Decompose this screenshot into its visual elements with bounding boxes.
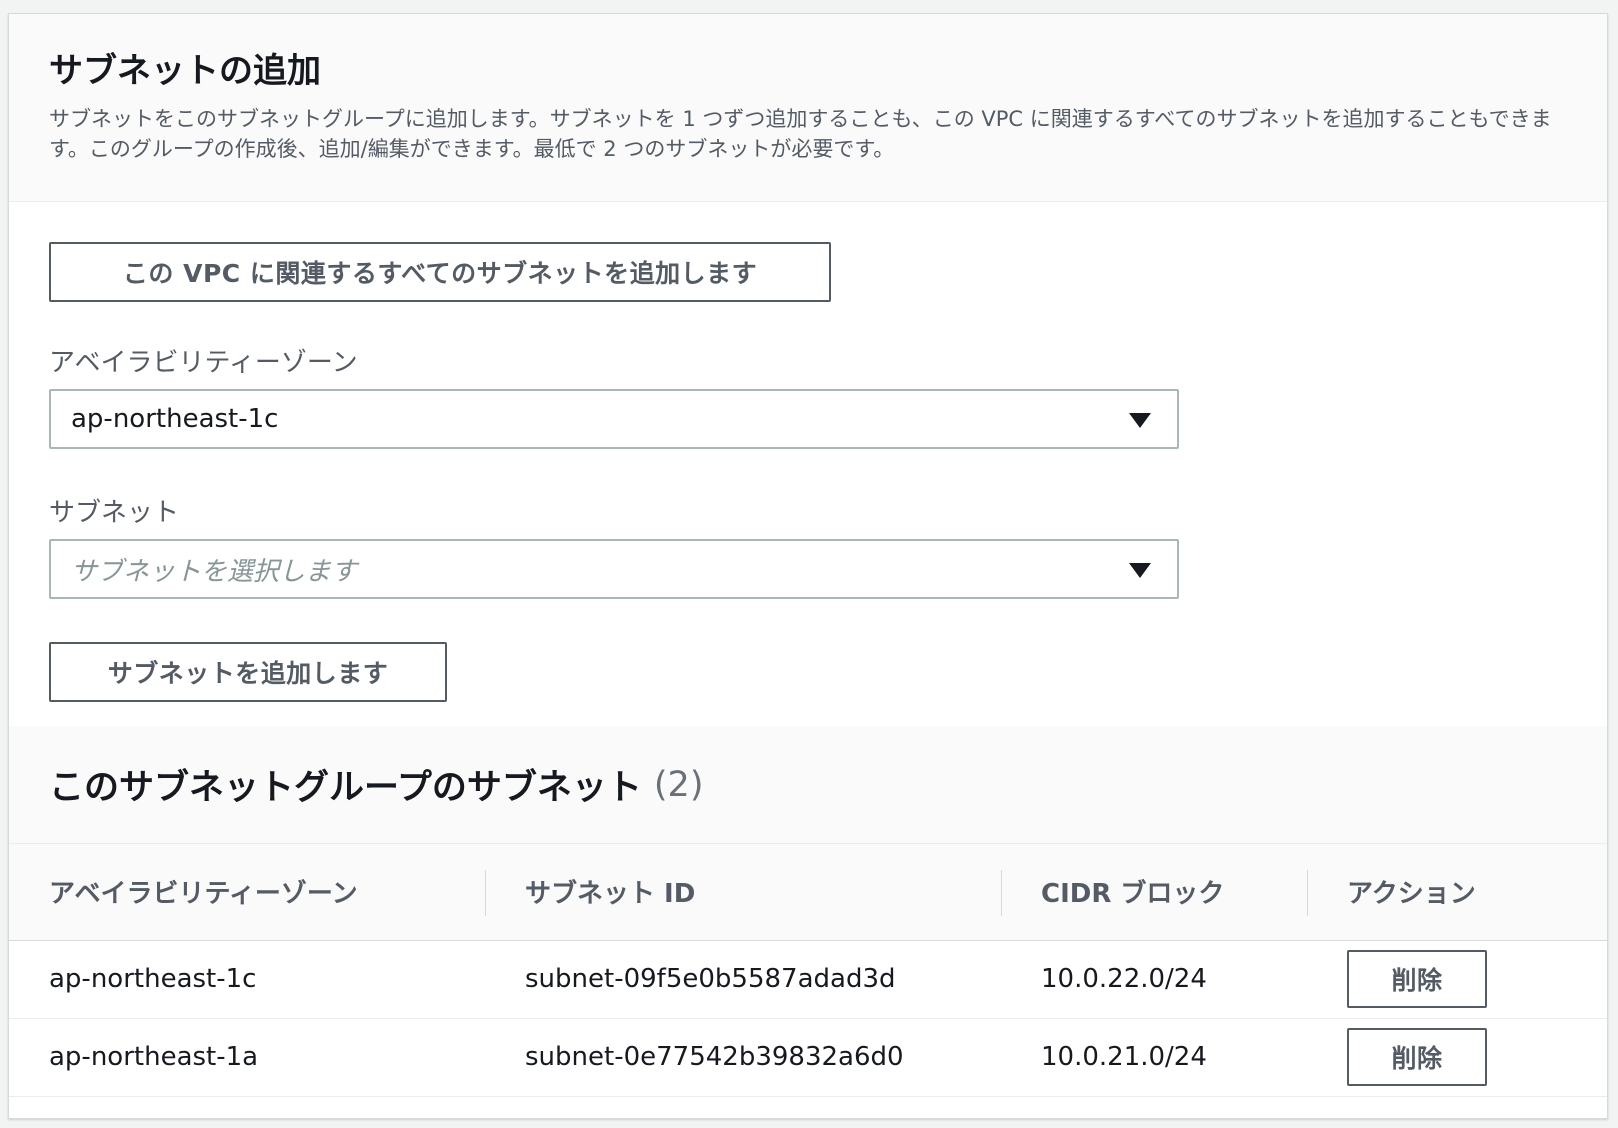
row-cidr: 10.0.22.0/24 [1041, 964, 1207, 994]
add-subnets-header: サブネットの追加 サブネットをこのサブネットグループに追加します。サブネットを … [9, 14, 1607, 202]
column-header-action: アクション [1307, 844, 1607, 940]
row-cidr: 10.0.21.0/24 [1041, 1042, 1207, 1072]
subnets-table: アベイラビリティーゾーン サブネット ID CIDR ブロック アクション ap… [9, 844, 1607, 1097]
table-row: ap-northeast-1c subnet-09f5e0b5587adad3d… [9, 940, 1607, 1018]
subnet-select-placeholder: サブネットを選択します [71, 556, 358, 587]
caret-down-icon [1129, 563, 1151, 578]
add-all-vpc-subnets-button[interactable]: この VPC に関連するすべてのサブネットを追加します [49, 242, 831, 302]
availability-zone-value: ap-northeast-1c [71, 404, 279, 434]
delete-button[interactable]: 削除 [1347, 950, 1487, 1008]
subnet-label: サブネット [49, 498, 180, 528]
add-subnets-description: サブネットをこのサブネットグループに追加します。サブネットを 1 つずつ追加する… [49, 107, 1552, 161]
column-header-subnet-id[interactable]: サブネット ID [485, 844, 1001, 940]
row-az: ap-northeast-1a [49, 1042, 259, 1072]
delete-button[interactable]: 削除 [1347, 1028, 1487, 1086]
subnet-select[interactable]: サブネットを選択します [49, 539, 1179, 599]
table-row: ap-northeast-1a subnet-0e77542b39832a6d0… [9, 1018, 1607, 1096]
row-az: ap-northeast-1c [49, 964, 257, 994]
caret-down-icon [1129, 413, 1151, 428]
table-header-row: アベイラビリティーゾーン サブネット ID CIDR ブロック アクション [9, 844, 1607, 940]
row-subnet-id: subnet-09f5e0b5587adad3d [525, 964, 896, 994]
availability-zone-select[interactable]: ap-northeast-1c [49, 389, 1179, 449]
subnets-table-title: このサブネットグループのサブネット [49, 768, 642, 808]
availability-zone-label: アベイラビリティーゾーン [49, 348, 358, 378]
row-subnet-id: subnet-0e77542b39832a6d0 [525, 1042, 904, 1072]
column-header-az[interactable]: アベイラビリティーゾーン [9, 844, 485, 940]
add-subnets-panel: サブネットの追加 サブネットをこのサブネットグループに追加します。サブネットを … [8, 13, 1608, 1119]
subnets-table-header: このサブネットグループのサブネット (2) [9, 726, 1607, 844]
column-header-cidr[interactable]: CIDR ブロック [1001, 844, 1307, 940]
row-action: 削除 [1307, 1018, 1607, 1096]
add-subnets-form: この VPC に関連するすべてのサブネットを追加します アベイラビリティーゾーン… [9, 202, 1607, 726]
add-subnets-title: サブネットの追加 [49, 51, 321, 91]
row-action: 削除 [1307, 940, 1607, 1018]
subnets-count: (2) [653, 764, 704, 805]
add-subnet-button[interactable]: サブネットを追加します [49, 642, 447, 702]
